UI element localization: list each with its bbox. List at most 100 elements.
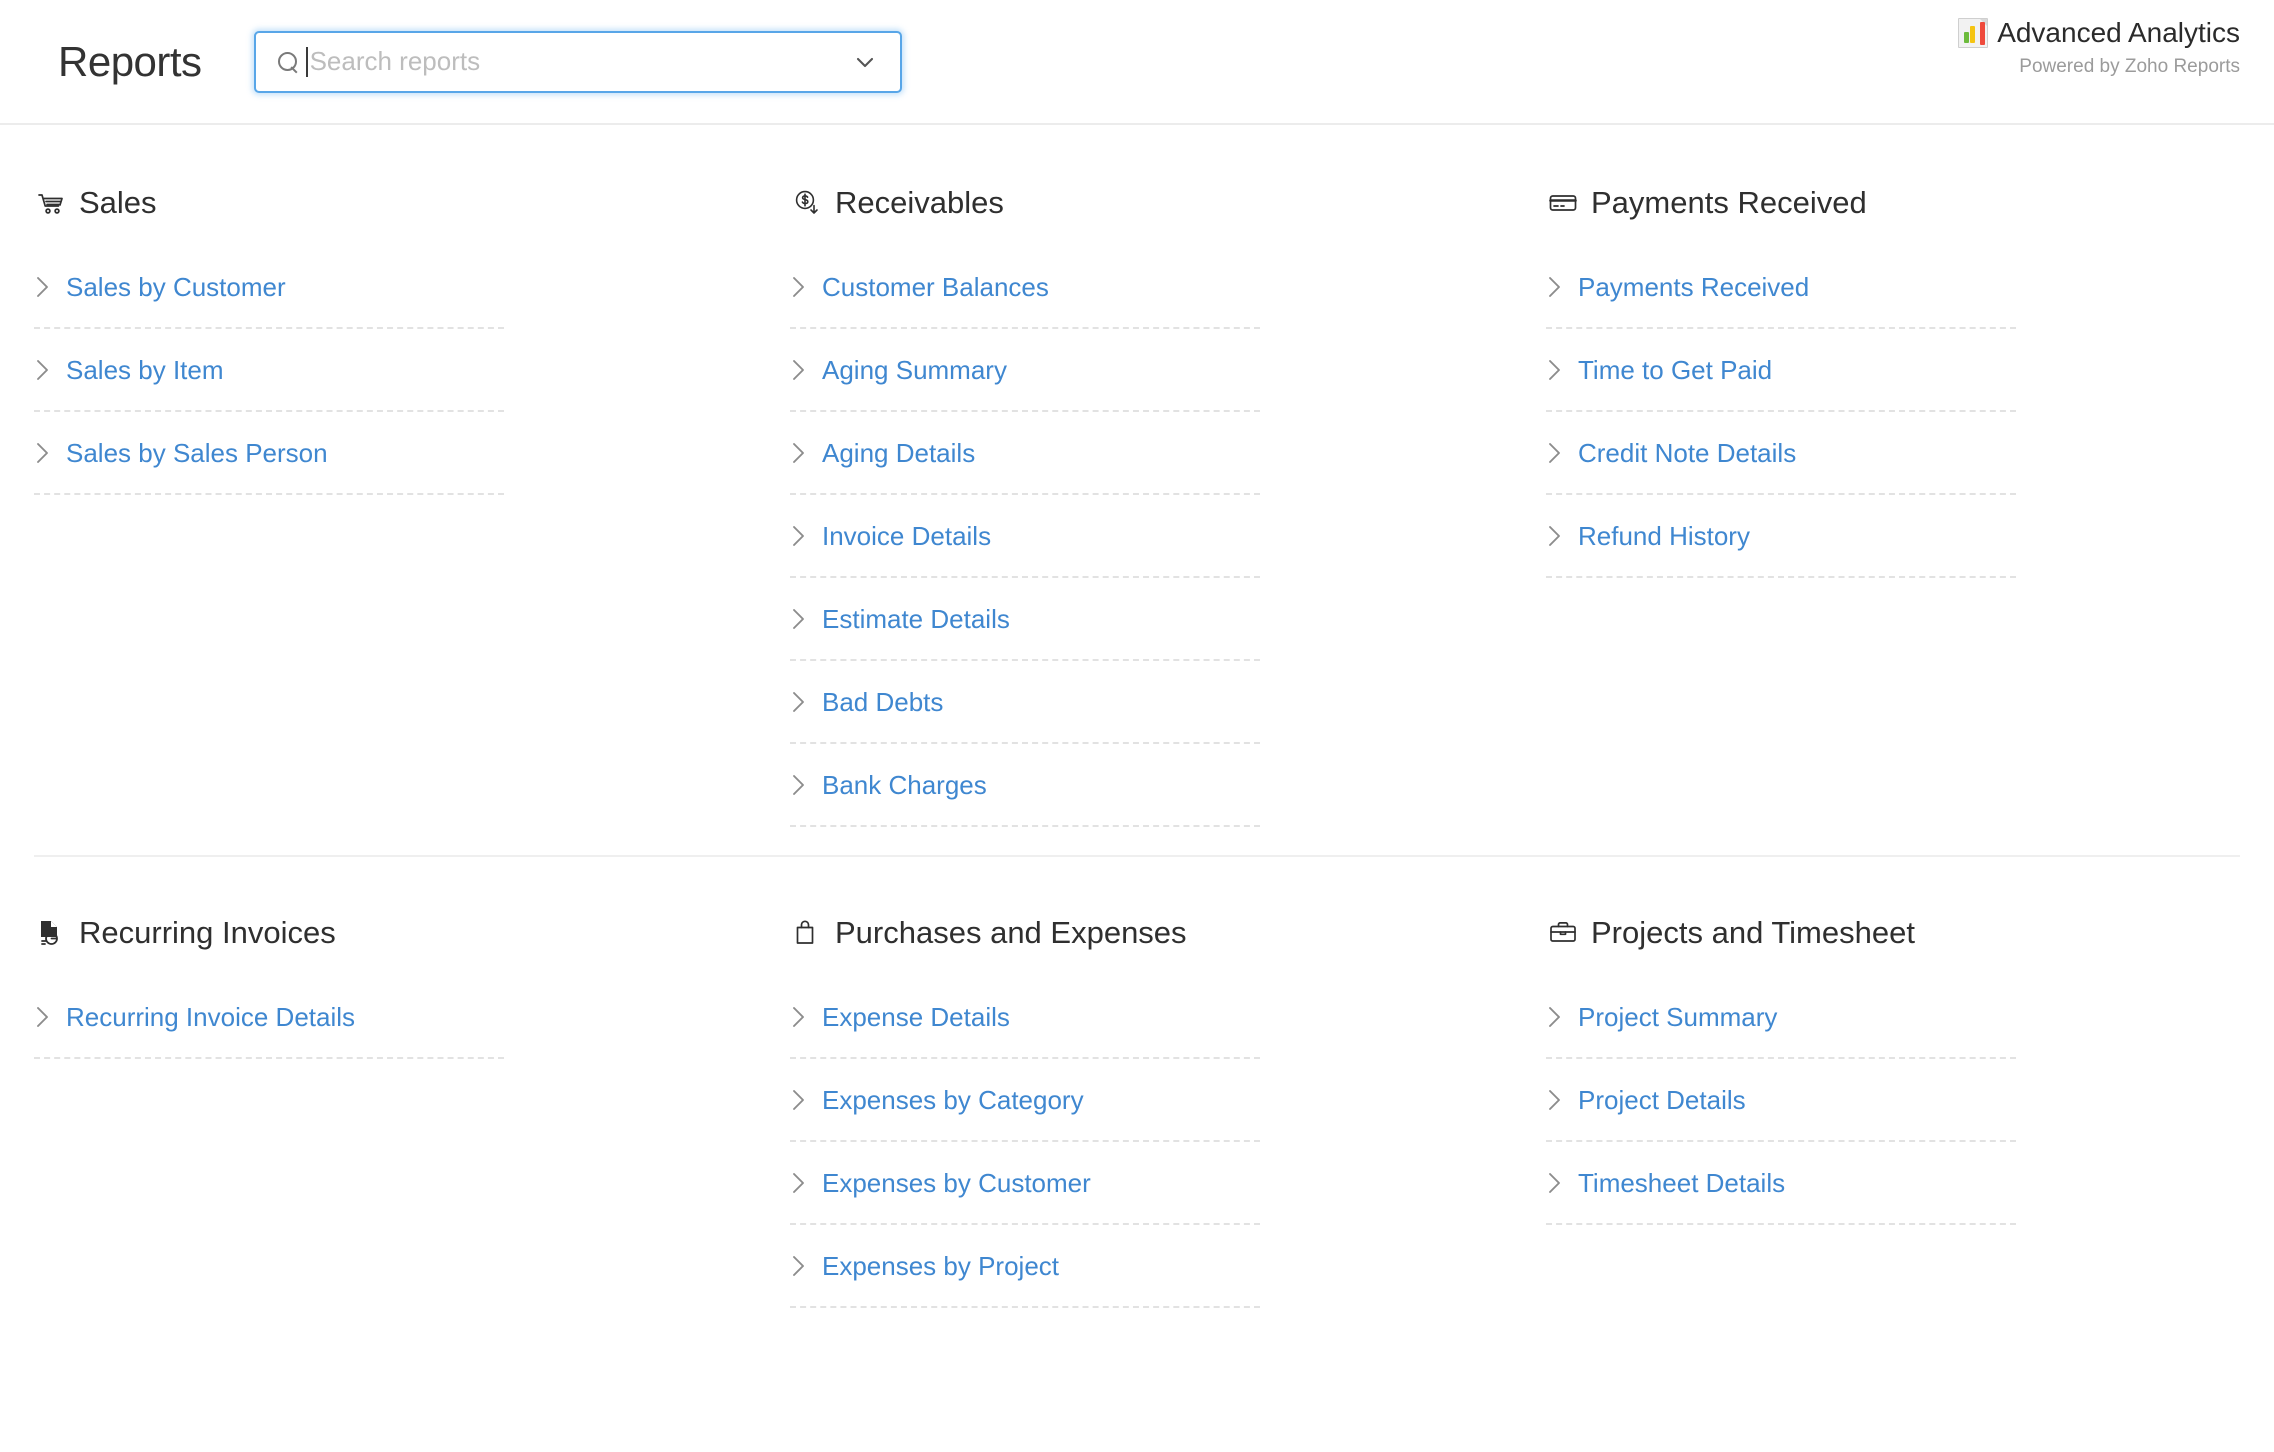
report-item[interactable]: Credit Note Details [1546,412,2016,495]
page-title: Reports [58,41,202,83]
chevron-right-icon [1546,356,1564,384]
advanced-analytics-brand: Advanced Analytics Powered by Zoho Repor… [1958,18,2240,78]
chevron-right-icon [1546,1169,1564,1197]
report-list: Recurring Invoice Details [34,976,504,1059]
search-input[interactable] [310,33,852,91]
report-link[interactable]: Bank Charges [822,772,987,798]
report-list: Payments Received Time to Get Paid Credi… [1546,246,2016,578]
chevron-right-icon [34,439,52,467]
text-cursor [306,47,308,77]
report-link[interactable]: Sales by Sales Person [66,440,328,466]
search-dropdown-chevron-down-icon[interactable] [852,49,878,75]
section-purchases-and-expenses: Purchases and Expenses Expense Details E… [790,917,1546,1308]
report-link[interactable]: Expenses by Category [822,1087,1084,1113]
report-link[interactable]: Project Details [1578,1087,1746,1113]
report-link[interactable]: Estimate Details [822,606,1010,632]
report-list: Project Summary Project Details Timeshee… [1546,976,2016,1225]
shopping-cart-icon [36,188,66,218]
report-link[interactable]: Refund History [1578,523,1750,549]
chevron-right-icon [790,1003,808,1031]
report-link[interactable]: Aging Details [822,440,975,466]
section-payments-received: Payments Received Payments Received Time… [1546,187,2274,827]
analytics-chart-document-icon [1958,18,1988,48]
report-link[interactable]: Payments Received [1578,274,1809,300]
report-item[interactable]: Estimate Details [790,578,1260,661]
report-link[interactable]: Recurring Invoice Details [66,1004,355,1030]
chevron-right-icon [790,356,808,384]
briefcase-icon [1548,918,1578,948]
dollar-coin-down-arrow-icon [792,188,822,218]
report-link[interactable]: Credit Note Details [1578,440,1796,466]
report-item[interactable]: Recurring Invoice Details [34,976,504,1059]
section-recurring-invoices: Recurring Invoices Recurring Invoice Det… [34,917,790,1308]
shopping-bag-icon [792,918,822,948]
report-item[interactable]: Expenses by Customer [790,1142,1260,1225]
report-item[interactable]: Project Details [1546,1059,2016,1142]
chevron-right-icon [790,1252,808,1280]
chevron-right-icon [790,688,808,716]
report-link[interactable]: Bad Debts [822,689,943,715]
brand-name: Advanced Analytics [1997,18,2240,49]
section-header: Recurring Invoices [34,917,750,948]
report-item[interactable]: Expenses by Project [790,1225,1260,1308]
section-projects-and-timesheet: Projects and Timesheet Project Summary P… [1546,917,2274,1308]
report-item[interactable]: Time to Get Paid [1546,329,2016,412]
report-item[interactable]: Project Summary [1546,976,2016,1059]
report-link[interactable]: Expenses by Customer [822,1170,1091,1196]
chevron-right-icon [1546,439,1564,467]
chevron-right-icon [34,1003,52,1031]
report-item[interactable]: Refund History [1546,495,2016,578]
report-item[interactable]: Aging Summary [790,329,1260,412]
section-title: Projects and Timesheet [1591,917,1915,948]
section-header: Receivables [790,187,1506,218]
report-link[interactable]: Time to Get Paid [1578,357,1772,383]
report-link[interactable]: Expense Details [822,1004,1010,1030]
page-header: Reports Advanced Analytics Powered by Zo… [0,0,2274,125]
chevron-right-icon [790,771,808,799]
reports-row-top: Sales Sales by Customer Sales by Item [0,125,2274,855]
report-item[interactable]: Expense Details [790,976,1260,1059]
report-link[interactable]: Sales by Customer [66,274,286,300]
report-link[interactable]: Expenses by Project [822,1253,1059,1279]
chevron-right-icon [790,273,808,301]
chevron-right-icon [790,439,808,467]
report-item[interactable]: Sales by Sales Person [34,412,504,495]
section-sales: Sales Sales by Customer Sales by Item [34,187,790,827]
report-item[interactable]: Sales by Item [34,329,504,412]
section-header: Purchases and Expenses [790,917,1506,948]
report-item[interactable]: Expenses by Category [790,1059,1260,1142]
search-reports-box[interactable] [254,31,902,93]
chevron-right-icon [790,605,808,633]
chevron-right-icon [1546,1003,1564,1031]
report-link[interactable]: Project Summary [1578,1004,1777,1030]
brand-tagline: Powered by Zoho Reports [1958,56,2240,78]
report-link[interactable]: Sales by Item [66,357,224,383]
report-item[interactable]: Aging Details [790,412,1260,495]
report-link[interactable]: Customer Balances [822,274,1049,300]
report-item[interactable]: Timesheet Details [1546,1142,2016,1225]
report-item[interactable]: Bad Debts [790,661,1260,744]
section-header: Payments Received [1546,187,2262,218]
report-list: Sales by Customer Sales by Item Sales by… [34,246,504,495]
report-item[interactable]: Payments Received [1546,246,2016,329]
report-item[interactable]: Customer Balances [790,246,1260,329]
section-header: Sales [34,187,750,218]
report-item[interactable]: Bank Charges [790,744,1260,827]
report-list: Expense Details Expenses by Category Exp… [790,976,1260,1308]
report-item[interactable]: Invoice Details [790,495,1260,578]
report-item[interactable]: Sales by Customer [34,246,504,329]
chevron-right-icon [790,1086,808,1114]
report-link[interactable]: Aging Summary [822,357,1007,383]
chevron-right-icon [34,273,52,301]
report-link[interactable]: Invoice Details [822,523,991,549]
section-title: Recurring Invoices [79,917,336,948]
chevron-right-icon [1546,273,1564,301]
section-title: Purchases and Expenses [835,917,1187,948]
reports-content: Sales Sales by Customer Sales by Item [0,125,2274,1308]
section-title: Payments Received [1591,187,1867,218]
section-title: Receivables [835,187,1004,218]
report-link[interactable]: Timesheet Details [1578,1170,1785,1196]
credit-card-icon [1548,188,1578,218]
reports-row-bottom: Recurring Invoices Recurring Invoice Det… [0,857,2274,1308]
section-header: Projects and Timesheet [1546,917,2262,948]
